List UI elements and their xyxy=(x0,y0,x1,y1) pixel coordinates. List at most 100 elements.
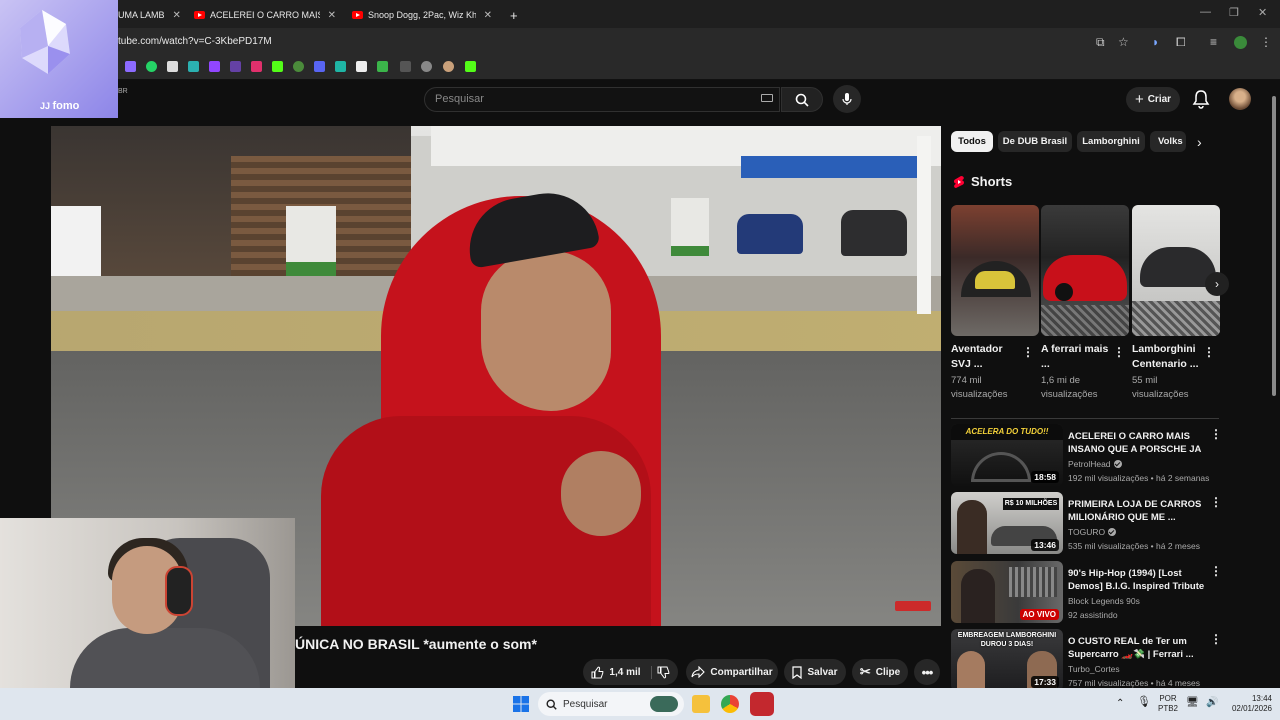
bookmark-icon[interactable] xyxy=(167,61,178,72)
share-button[interactable]: Compartilhar xyxy=(686,659,778,685)
page-scrollbar[interactable] xyxy=(1271,86,1277,686)
like-button[interactable]: 1,4 mil xyxy=(591,665,652,679)
search-button[interactable] xyxy=(781,87,823,112)
bookmark-kick-icon[interactable] xyxy=(465,61,476,72)
file-explorer-icon[interactable] xyxy=(692,695,710,713)
video-menu-icon[interactable]: ⋮ xyxy=(1210,632,1222,646)
account-avatar[interactable] xyxy=(1229,88,1251,110)
bookmark-icon[interactable] xyxy=(356,61,367,72)
media-control-icon[interactable]: ≡ xyxy=(1210,35,1217,49)
video-thumbnail[interactable]: AO VIVO xyxy=(951,561,1063,623)
recommended-video[interactable]: EMBREAGEM LAMBORGHINI DUROU 3 DIAS! 17:3… xyxy=(951,629,1222,691)
app-icon[interactable] xyxy=(750,692,774,716)
short-menu-icon[interactable]: ⋮ xyxy=(1022,345,1034,359)
bookmark-twitch-icon[interactable] xyxy=(209,61,220,72)
notifications-bell-icon[interactable] xyxy=(1192,89,1210,109)
video-title[interactable]: 90's Hip-Hop (1994) [Lost Demos] B.I.G. … xyxy=(1068,567,1206,594)
chips-next-chevron-icon[interactable]: › xyxy=(1197,134,1202,150)
bookmark-instagram-icon[interactable] xyxy=(251,61,262,72)
minimize-icon[interactable]: — xyxy=(1200,6,1211,18)
video-thumbnail[interactable]: EMBREAGEM LAMBORGHINI DUROU 3 DIAS! 17:3… xyxy=(951,629,1063,691)
more-actions-button[interactable]: ••• xyxy=(914,659,940,685)
short-thumbnail[interactable] xyxy=(1132,205,1220,336)
bookmark-icon[interactable] xyxy=(335,61,346,72)
short-title[interactable]: A ferrari mais ... xyxy=(1041,342,1111,372)
clock[interactable]: 13:44 02/01/2026 xyxy=(1224,694,1272,714)
bookmark-icon[interactable] xyxy=(293,61,304,72)
close-window-icon[interactable]: ✕ xyxy=(1258,6,1267,19)
video-thumbnail[interactable]: R$ 10 MILHÕES 13:46 xyxy=(951,492,1063,554)
short-title[interactable]: Lamborghini Centenario ... xyxy=(1132,342,1202,372)
browser-tab-2[interactable]: ACELEREI O CARRO MAIS INSANO ✕ xyxy=(186,4,344,26)
recommended-video[interactable]: AO VIVO 90's Hip-Hop (1994) [Lost Demos]… xyxy=(951,561,1222,623)
short-thumbnail[interactable] xyxy=(1041,205,1129,336)
chip-lamborghini[interactable]: Lamborghini xyxy=(1077,131,1145,152)
chip-todos[interactable]: Todos xyxy=(951,131,993,152)
menu-kebab-icon[interactable]: ⋮ xyxy=(1260,35,1272,49)
channel-name[interactable]: TOGURO xyxy=(1068,527,1117,537)
bookmark-icon[interactable] xyxy=(400,61,411,72)
close-tab-icon[interactable]: ✕ xyxy=(320,10,336,21)
close-tab-icon[interactable]: ✕ xyxy=(165,10,181,21)
video-menu-icon[interactable]: ⋮ xyxy=(1210,495,1222,509)
short-menu-icon[interactable]: ⋮ xyxy=(1113,345,1125,359)
bookmark-discord-icon[interactable] xyxy=(314,61,325,72)
short-title[interactable]: Aventador SVJ ... xyxy=(951,342,1021,372)
video-menu-icon[interactable]: ⋮ xyxy=(1210,427,1222,441)
tray-microphone-icon[interactable]: 🎙 xyxy=(1137,697,1151,708)
bookmark-icon[interactable] xyxy=(230,61,241,72)
video-title[interactable]: O CUSTO REAL de Ter um Supercarro 🏎️💸 | … xyxy=(1068,635,1206,661)
extensions-puzzle-icon[interactable]: ⧠ xyxy=(1176,35,1186,50)
install-app-icon[interactable]: ⧉ xyxy=(1096,35,1105,50)
new-tab-button[interactable]: + xyxy=(502,4,524,26)
channel-name[interactable]: Turbo_Cortes xyxy=(1068,664,1120,674)
clip-button[interactable]: ✂ Clipe xyxy=(852,659,908,685)
search-input[interactable]: Pesquisar xyxy=(424,87,780,112)
network-icon[interactable]: 🖥 xyxy=(1186,698,1199,708)
shorts-next-button[interactable]: › xyxy=(1205,272,1229,296)
bookmark-twitch-icon[interactable] xyxy=(125,61,136,72)
short-menu-icon[interactable]: ⋮ xyxy=(1203,345,1215,359)
close-tab-icon[interactable]: ✕ xyxy=(476,10,492,21)
video-frame-pump xyxy=(671,198,709,256)
short-thumbnail[interactable] xyxy=(951,205,1039,336)
browser-tab-1[interactable]: UMA LAMB ✕ xyxy=(110,4,186,26)
voice-search-button[interactable] xyxy=(833,85,861,113)
extension-icon[interactable]: ◗ xyxy=(1152,35,1159,49)
plus-icon: + xyxy=(1134,91,1144,108)
profile-icon[interactable] xyxy=(1234,36,1247,49)
maximize-icon[interactable]: ❐ xyxy=(1229,6,1239,19)
video-title[interactable]: ACELEREI O CARRO MAIS INSANO QUE A PORSC… xyxy=(1068,430,1206,457)
bookmark-whatsapp-icon[interactable] xyxy=(146,61,157,72)
channel-name[interactable]: PetrolHead xyxy=(1068,459,1122,469)
chip-volks[interactable]: Volks xyxy=(1150,131,1186,152)
keyboard-icon[interactable] xyxy=(761,94,773,102)
create-button[interactable]: + Criar xyxy=(1126,87,1180,112)
language-indicator[interactable]: POR PTB2 xyxy=(1156,694,1180,714)
video-menu-icon[interactable]: ⋮ xyxy=(1210,564,1222,578)
bookmark-star-icon[interactable]: ☆ xyxy=(1118,35,1129,49)
bookmark-icon[interactable] xyxy=(443,61,454,72)
channel-name[interactable]: Block Legends 90s xyxy=(1068,596,1140,606)
chrome-icon[interactable] xyxy=(721,695,739,713)
video-title[interactable]: PRIMEIRA LOJA DE CARROS MILIONÁRIO QUE M… xyxy=(1068,498,1206,524)
browser-tab-3[interactable]: Snoop Dogg, 2Pac, Wiz Khalifa ✕ xyxy=(344,4,500,26)
bookmark-icon[interactable] xyxy=(377,61,388,72)
windows-start-icon[interactable] xyxy=(512,695,530,713)
recommended-video[interactable]: ACELERA DO TUDO!! 18:58 ACELEREI O CARRO… xyxy=(951,424,1222,486)
bookmarks-bar xyxy=(0,56,1280,80)
scrollbar-thumb[interactable] xyxy=(1272,96,1276,396)
volume-icon[interactable]: 🔊 xyxy=(1206,698,1218,708)
bookmark-icon[interactable] xyxy=(188,61,199,72)
chip-de-dub-brasil[interactable]: De DUB Brasil xyxy=(998,131,1072,152)
recommended-video[interactable]: R$ 10 MILHÕES 13:46 PRIMEIRA LOJA DE CAR… xyxy=(951,492,1222,554)
tray-chevron-up-icon[interactable]: ⌃ xyxy=(1116,699,1124,709)
bookmark-icon[interactable] xyxy=(421,61,432,72)
bookmark-kick-icon[interactable] xyxy=(272,61,283,72)
youtube-favicon-icon xyxy=(194,11,205,19)
video-thumbnail[interactable]: ACELERA DO TUDO!! 18:58 xyxy=(951,424,1063,486)
save-button[interactable]: Salvar xyxy=(784,659,846,685)
thumbs-down-icon[interactable] xyxy=(657,666,670,679)
url-field[interactable]: tube.com/watch?v=C-3KbePD17M xyxy=(118,36,272,47)
taskbar-search-input[interactable]: Pesquisar xyxy=(538,692,684,716)
